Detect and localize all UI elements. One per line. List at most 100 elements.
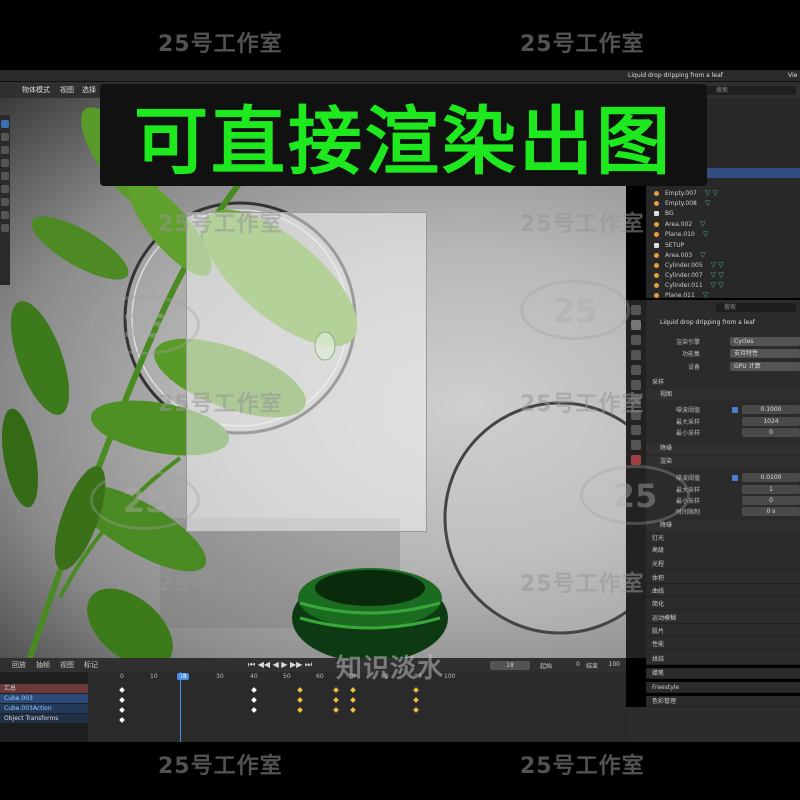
section-render[interactable]: 渲染 <box>646 456 800 467</box>
section-viewport[interactable]: 视图 <box>646 389 800 400</box>
channel-action[interactable]: Cube.003Action <box>0 704 88 713</box>
channel-object[interactable]: Cube.003 <box>0 694 88 703</box>
section-volumes[interactable]: 体积 <box>646 573 800 584</box>
render-max-samples-field[interactable]: 1 <box>742 485 800 494</box>
end-field[interactable]: 100 <box>600 661 620 668</box>
view-layer-tab-icon[interactable] <box>631 350 641 360</box>
timeline-menu-view[interactable]: 视图 <box>60 660 74 670</box>
section-motion-blur[interactable]: 运动模糊 <box>646 613 800 624</box>
section-simplify[interactable]: 简化 <box>646 599 800 610</box>
section-lights[interactable]: 灯光 <box>646 533 800 544</box>
scene-tab-icon[interactable] <box>631 365 641 375</box>
section-film[interactable]: 胶片 <box>646 626 800 637</box>
add-cube-tool-icon[interactable] <box>1 224 9 232</box>
keyframe[interactable] <box>350 687 356 693</box>
device-select[interactable]: GPU 计算 <box>730 362 800 371</box>
timeline-menu-marker[interactable]: 标记 <box>84 660 98 670</box>
physics-tab-icon[interactable] <box>631 440 641 450</box>
keyframe[interactable] <box>251 707 257 713</box>
view-layer[interactable]: Vie <box>788 72 797 79</box>
keyframe[interactable] <box>350 707 356 713</box>
render-min-samples-field[interactable]: 0 <box>742 496 800 505</box>
keyframe[interactable] <box>297 687 303 693</box>
render-region-frame[interactable] <box>186 212 427 532</box>
outliner-search[interactable]: 搜索 <box>706 86 796 95</box>
section-bake[interactable]: 烘焙 <box>646 654 800 665</box>
move-tool-icon[interactable] <box>1 146 9 154</box>
section-viewport-denoise[interactable]: 降噪 <box>646 443 800 454</box>
outliner-row[interactable]: Cylinder.005 ▽ ▽ <box>646 260 800 270</box>
section-render-denoise[interactable]: 降噪 <box>646 520 800 531</box>
watermark-logo: 25 <box>580 465 690 525</box>
measure-tool-icon[interactable] <box>1 211 9 219</box>
section-light-paths[interactable]: 光程 <box>646 559 800 570</box>
playback-controls[interactable]: ⏮ ◀◀ ◀ ▶ ▶▶ ⏭ <box>248 660 312 670</box>
keyframe[interactable] <box>350 697 356 703</box>
keyframe[interactable] <box>333 687 339 693</box>
menu-view[interactable]: 视图 <box>60 85 74 95</box>
section-advanced[interactable]: 高级 <box>646 545 800 556</box>
watermark-mid-right-1: 25号工作室 <box>520 212 645 237</box>
keyframe[interactable] <box>119 717 125 723</box>
current-frame-field[interactable]: 18 <box>490 661 530 670</box>
timeline-menu-keying[interactable]: 抽帧 <box>36 660 50 670</box>
render-tab-icon[interactable] <box>631 320 641 330</box>
rotate-tool-icon[interactable] <box>1 159 9 167</box>
render-noise-threshold-field[interactable]: 0.0100 <box>742 473 800 482</box>
section-color-management[interactable]: 色彩管理 <box>646 696 800 707</box>
outliner-row[interactable]: Cylinder.007 ▽ ▽ <box>646 270 800 280</box>
mode-select[interactable]: 物体模式 <box>22 85 50 95</box>
viewport-max-samples-field[interactable]: 1024 <box>742 417 800 426</box>
outliner-row[interactable]: SETUP <box>646 240 800 250</box>
time-limit-field[interactable]: 0 s <box>742 507 800 516</box>
timeline-menu-playback[interactable]: 回放 <box>12 660 26 670</box>
section-freestyle[interactable]: Freestyle <box>646 682 800 693</box>
keyframe[interactable] <box>333 697 339 703</box>
viewport-noise-threshold-field[interactable]: 0.1000 <box>742 405 800 414</box>
outliner-row[interactable]: Area.003 ▽ <box>646 250 800 260</box>
transform-tool-icon[interactable] <box>1 185 9 193</box>
material-tab-icon[interactable] <box>631 455 641 465</box>
keyframe[interactable] <box>297 697 303 703</box>
keyframe[interactable] <box>119 697 125 703</box>
keyframe[interactable] <box>413 697 419 703</box>
keyframe[interactable] <box>413 707 419 713</box>
section-sampling[interactable]: 采样 <box>646 377 800 388</box>
properties-search[interactable]: 搜索 <box>716 303 796 312</box>
keyframe[interactable] <box>119 707 125 713</box>
render-engine-select[interactable]: Cycles <box>730 337 800 346</box>
channel-summary[interactable]: 汇总 <box>0 684 88 693</box>
outliner-row[interactable]: Empty.007 ▽ ▽ <box>646 188 800 198</box>
menu-select[interactable]: 选择 <box>82 85 96 95</box>
playhead[interactable] <box>180 672 181 742</box>
output-tab-icon[interactable] <box>631 335 641 345</box>
keyframe[interactable] <box>333 707 339 713</box>
keyframe[interactable] <box>119 687 125 693</box>
outliner-row[interactable]: Plane.011 ▽ <box>646 290 800 300</box>
outliner-row[interactable]: BG <box>646 208 800 218</box>
section-performance[interactable]: 性能 <box>646 639 800 650</box>
outliner-row[interactable]: Area.002 ▽ <box>646 219 800 229</box>
dope-sheet[interactable]: 汇总 Cube.003 Cube.003Action Object Transf… <box>0 672 626 742</box>
section-grease-pencil[interactable]: 蜡笔 <box>646 668 800 679</box>
tool-tab-icon[interactable] <box>631 305 641 315</box>
keyframe[interactable] <box>413 687 419 693</box>
scale-tool-icon[interactable] <box>1 172 9 180</box>
feature-set-select[interactable]: 支持特性 <box>730 349 800 358</box>
particles-tab-icon[interactable] <box>631 425 641 435</box>
render-noise-checkbox[interactable] <box>732 474 738 481</box>
outliner-row[interactable]: Empty.008 ▽ <box>646 198 800 208</box>
viewport-noise-checkbox[interactable] <box>732 406 738 413</box>
keyframe[interactable] <box>251 697 257 703</box>
annotate-tool-icon[interactable] <box>1 198 9 206</box>
viewport-min-samples-field[interactable]: 0 <box>742 428 800 437</box>
outliner-row[interactable]: Cylinder.011 ▽ ▽ <box>646 280 800 290</box>
start-field[interactable]: 0 <box>562 661 580 668</box>
keyframe[interactable] <box>251 687 257 693</box>
cursor-tool-icon[interactable] <box>1 133 9 141</box>
channel-transforms[interactable]: Object Transforms <box>0 714 88 723</box>
section-curves[interactable]: 曲线 <box>646 586 800 597</box>
select-tool-icon[interactable] <box>1 120 9 128</box>
outliner-row[interactable]: Plane.010 ▽ <box>646 229 800 239</box>
keyframe[interactable] <box>297 707 303 713</box>
